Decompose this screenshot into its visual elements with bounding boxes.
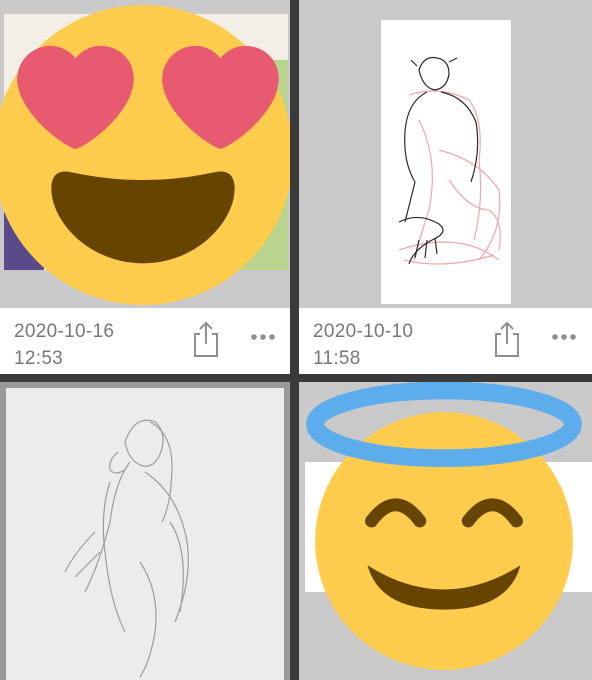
- item-time: 11:58: [313, 348, 361, 369]
- ellipsis-icon[interactable]: [249, 330, 277, 344]
- item-meta: 2020-10-10 11:58: [299, 308, 592, 374]
- thumbnail[interactable]: [299, 0, 592, 308]
- thumbnail[interactable]: [299, 382, 592, 680]
- heart-eyes-emoji-icon: [0, 5, 290, 305]
- item-date: 2020-10-10: [313, 321, 414, 342]
- item-date: 2020-10-16: [14, 321, 115, 342]
- gallery-item-3[interactable]: [0, 382, 290, 680]
- item-timestamp: 2020-10-10 11:58: [313, 318, 413, 372]
- thumbnail[interactable]: [0, 0, 290, 308]
- share-icon[interactable]: [191, 320, 221, 358]
- thumbnail[interactable]: [0, 382, 290, 680]
- line-sketch-image: [398, 56, 501, 265]
- item-meta: 2020-10-16 12:53: [0, 308, 290, 374]
- gallery-item-1[interactable]: 2020-10-16 12:53: [0, 0, 290, 374]
- item-timestamp: 2020-10-16 12:53: [14, 318, 114, 372]
- item-time: 12:53: [14, 348, 64, 369]
- smiling-face-with-halo-icon: [306, 382, 582, 670]
- gallery-item-4[interactable]: [299, 382, 592, 680]
- gallery-item-2[interactable]: 2020-10-10 11:58: [299, 0, 592, 374]
- share-icon[interactable]: [492, 320, 522, 358]
- ellipsis-icon[interactable]: [550, 330, 578, 344]
- pencil-sketch-image: [64, 419, 189, 678]
